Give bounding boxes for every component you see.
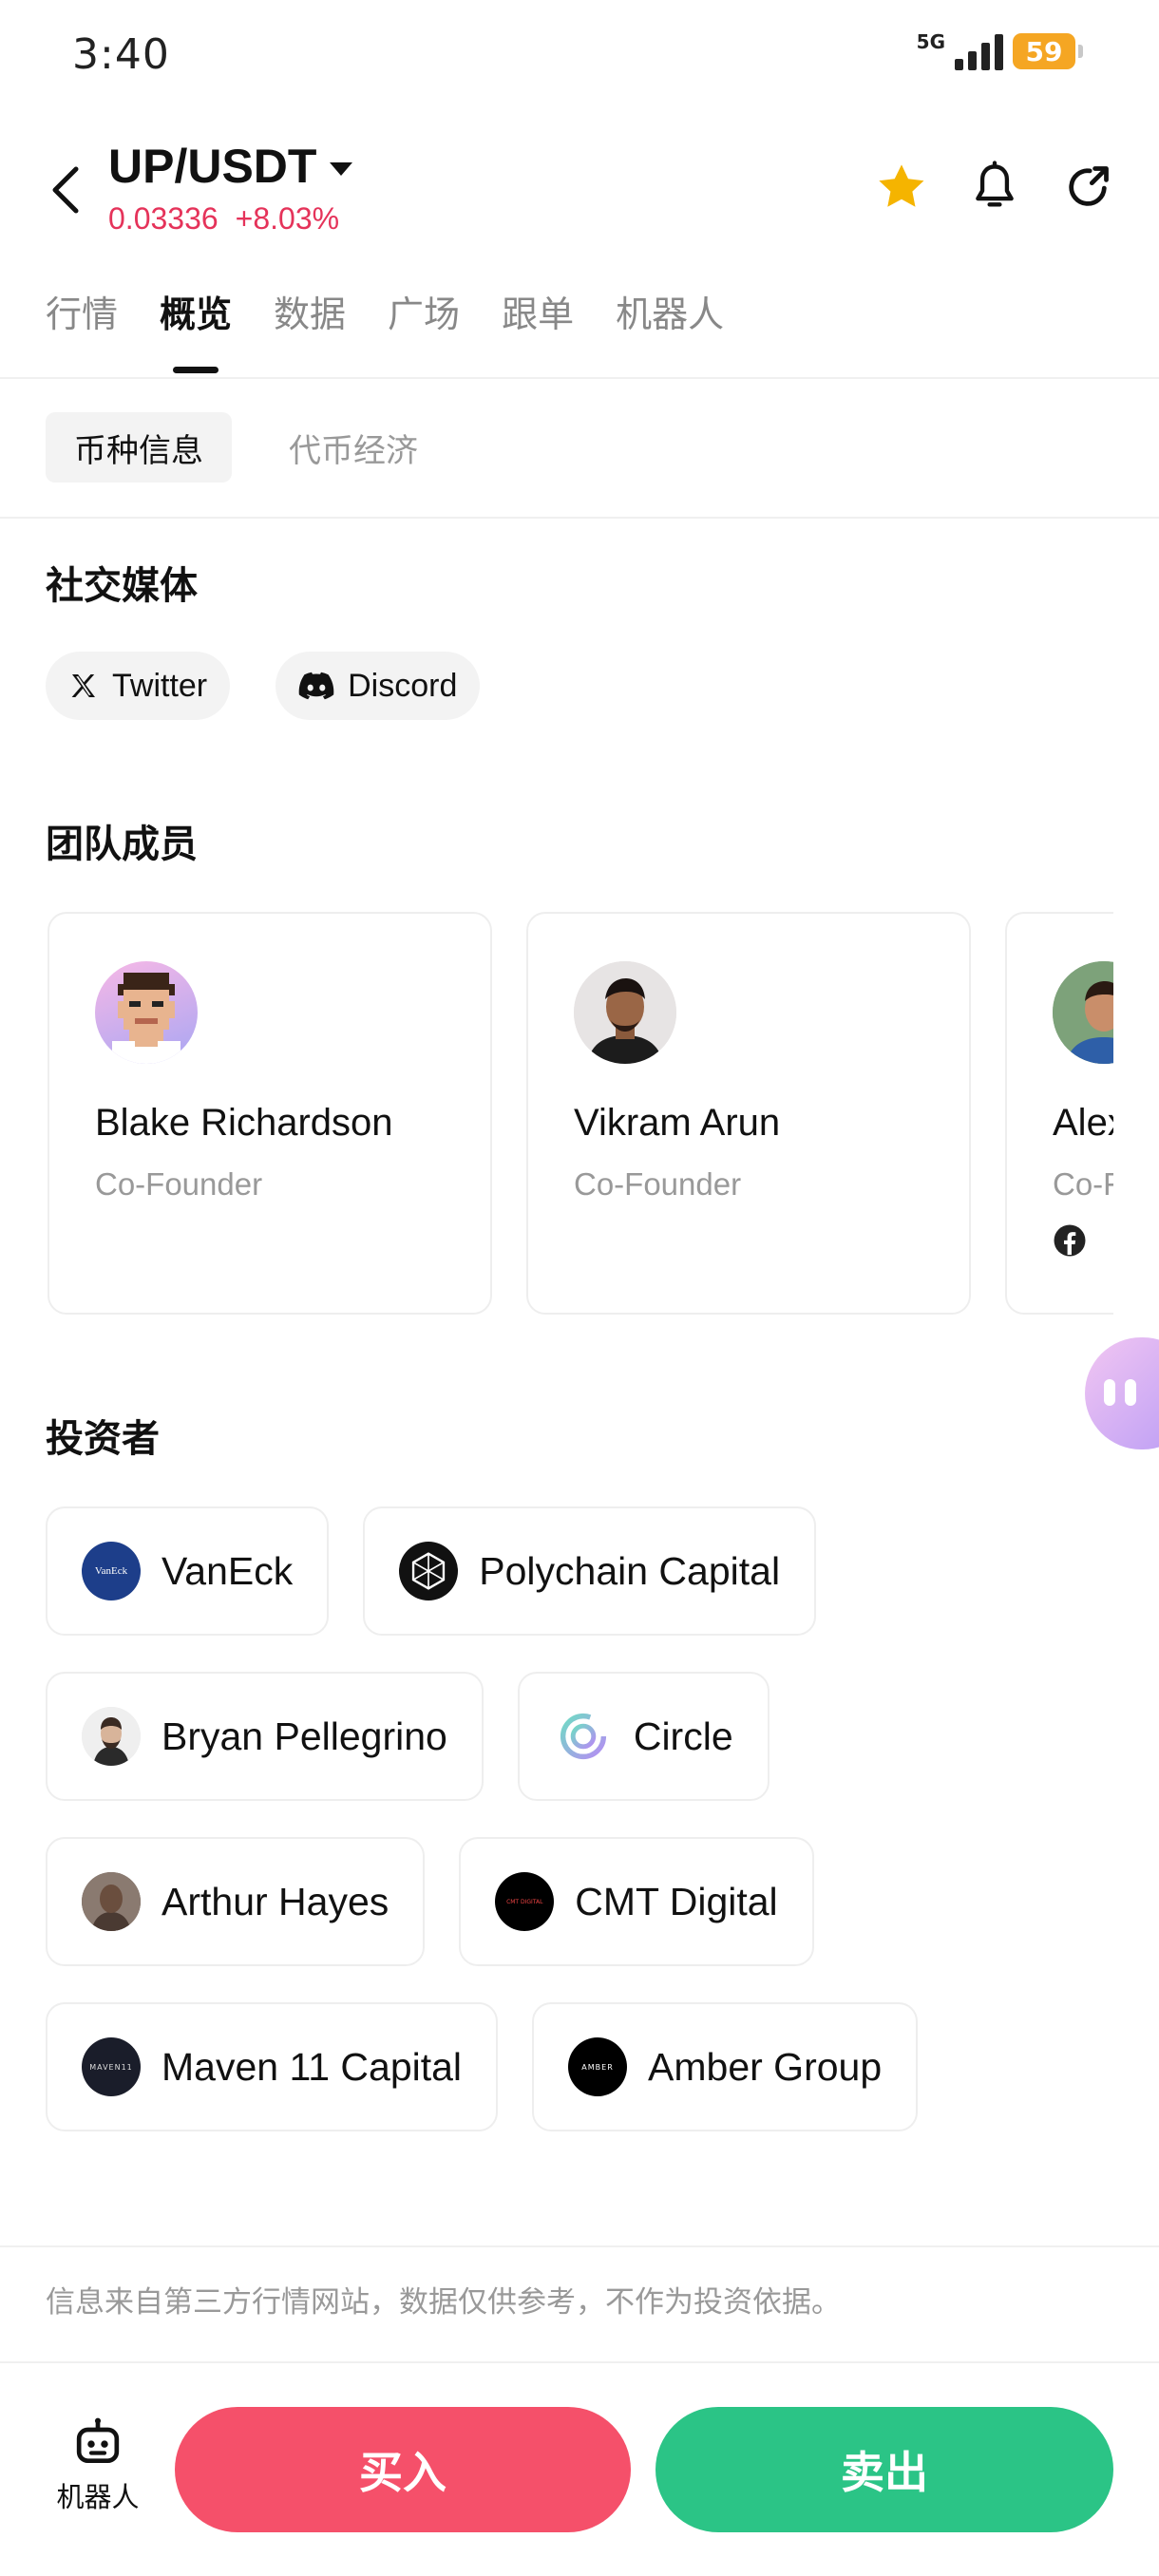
robot-icon xyxy=(76,2417,120,2463)
member-name: Blake Richardson xyxy=(95,1102,393,1144)
network-type: 5G xyxy=(916,30,945,53)
member-name: Alex xyxy=(1053,1102,1113,1144)
facebook-link[interactable] xyxy=(1053,1223,1087,1261)
signal-icon xyxy=(955,32,1003,70)
tab-overview[interactable]: 概览 xyxy=(160,285,232,380)
bell-icon xyxy=(976,161,1014,207)
investor-row: MAVEN11 Maven 11 Capital AMBER Amber Gro… xyxy=(46,2002,919,2131)
amber-logo-icon: AMBER xyxy=(568,2037,628,2096)
investor-name: Bryan Pellegrino xyxy=(162,1714,447,1758)
battery-level: 59 xyxy=(1025,35,1063,67)
tab-data[interactable]: 数据 xyxy=(274,285,346,380)
investors-section-title: 投资者 xyxy=(46,1417,160,1461)
trading-bot-button[interactable]: 机器人 xyxy=(49,2416,146,2515)
circle-logo-icon xyxy=(553,1707,613,1766)
robot-label: 机器人 xyxy=(56,2481,140,2513)
header-actions xyxy=(874,160,1115,215)
investor-name: Polychain Capital xyxy=(479,1548,781,1593)
member-name: Vikram Arun xyxy=(574,1102,781,1144)
social-section-title: 社交媒体 xyxy=(46,564,198,608)
tab-market[interactable]: 行情 xyxy=(46,285,118,380)
disclaimer-text: 信息来自第三方行情网站，数据仅供参考，不作为投资依据。 xyxy=(46,2285,841,2320)
facebook-icon xyxy=(1054,1224,1086,1257)
person-avatar-icon xyxy=(82,1707,141,1766)
status-time: 3:40 xyxy=(72,30,170,79)
team-member-card[interactable]: Blake Richardson Co-Founder xyxy=(48,912,492,1315)
investor-name: VanEck xyxy=(162,1548,294,1593)
subtab-tokenomics[interactable]: 代币经济 xyxy=(260,412,446,483)
buy-button[interactable]: 买入 xyxy=(175,2407,631,2532)
investor-name: CMT Digital xyxy=(575,1879,778,1923)
discord-label: Discord xyxy=(348,667,458,704)
investor-chip[interactable]: MAVEN11 Maven 11 Capital xyxy=(46,2002,499,2131)
caret-down-icon xyxy=(330,162,353,176)
assistant-floating-button[interactable] xyxy=(1085,1337,1159,1449)
sell-button[interactable]: 卖出 xyxy=(656,2407,1113,2532)
assistant-eye-icon xyxy=(1125,1379,1136,1406)
tab-square[interactable]: 广场 xyxy=(388,285,460,380)
bottom-action-bar: 机器人 买入 卖出 xyxy=(0,2363,1159,2576)
header: UP/USDT 0.03336 +8.03% xyxy=(0,133,1159,256)
member-role: Co-Founder xyxy=(1053,1166,1113,1202)
tabs-divider xyxy=(0,377,1159,379)
team-member-card[interactable]: Alex Co-Founder xyxy=(1005,912,1113,1315)
investor-chip[interactable]: Bryan Pellegrino xyxy=(46,1672,484,1801)
member-role: Co-Founder xyxy=(574,1166,742,1202)
cmt-digital-logo-icon: CMT DIGITAL xyxy=(495,1872,555,1931)
last-price: 0.03336 xyxy=(108,201,218,236)
investor-chip[interactable]: Circle xyxy=(517,1672,770,1801)
investor-chip[interactable]: VanEck VanEck xyxy=(46,1506,330,1636)
member-role: Co-Founder xyxy=(95,1166,263,1202)
alert-button[interactable] xyxy=(967,160,1022,215)
investor-chip[interactable]: Arthur Hayes xyxy=(46,1837,426,1966)
share-button[interactable] xyxy=(1060,160,1115,215)
tab-copy-trading[interactable]: 跟单 xyxy=(502,285,574,380)
discord-link[interactable]: Discord xyxy=(276,652,481,720)
share-icon xyxy=(1069,166,1109,206)
polychain-logo-icon xyxy=(399,1542,459,1601)
team-section-title: 团队成员 xyxy=(46,823,198,866)
investor-name: Circle xyxy=(633,1714,733,1758)
favorite-button[interactable] xyxy=(874,160,929,215)
person-avatar-icon xyxy=(82,1872,141,1931)
avatar xyxy=(574,961,676,1064)
status-bar: 3:40 5G 59 xyxy=(0,0,1159,114)
pair-selector[interactable]: UP/USDT xyxy=(108,139,353,194)
team-member-card[interactable]: Vikram Arun Co-Founder xyxy=(526,912,971,1315)
main-tabs: 行情 概览 数据 广场 跟单 机器人 xyxy=(46,285,724,380)
x-logo-icon xyxy=(71,674,95,697)
sub-tabs: 币种信息 代币经济 xyxy=(46,412,446,483)
investor-row: Bryan Pellegrino Circle xyxy=(46,1672,770,1801)
tab-bot[interactable]: 机器人 xyxy=(616,285,724,380)
social-links: Twitter Discord xyxy=(46,652,481,720)
investor-row: Arthur Hayes CMT DIGITAL CMT Digital xyxy=(46,1837,814,1966)
price-line: 0.03336 +8.03% xyxy=(108,201,339,237)
subtab-coin-info[interactable]: 币种信息 xyxy=(46,412,232,483)
battery-icon: 59 xyxy=(1013,33,1083,69)
maven11-logo-icon: MAVEN11 xyxy=(82,2037,141,2096)
twitter-label: Twitter xyxy=(112,667,208,704)
investor-chip[interactable]: AMBER Amber Group xyxy=(532,2002,919,2131)
avatar xyxy=(95,961,198,1064)
status-indicators: 5G 59 xyxy=(917,32,1083,70)
price-change: +8.03% xyxy=(235,201,340,236)
investor-name: Amber Group xyxy=(648,2044,883,2089)
investor-row: VanEck VanEck Polychain Capital xyxy=(46,1506,817,1636)
investor-chip[interactable]: Polychain Capital xyxy=(363,1506,817,1636)
investor-chip[interactable]: CMT DIGITAL CMT Digital xyxy=(459,1837,814,1966)
discord-icon xyxy=(298,672,334,700)
disclaimer-divider xyxy=(0,2245,1159,2247)
star-icon xyxy=(879,164,924,207)
back-button[interactable] xyxy=(42,161,89,218)
pair-name: UP/USDT xyxy=(108,140,317,193)
investor-name: Arthur Hayes xyxy=(162,1879,390,1923)
chevron-left-icon xyxy=(52,166,79,214)
vaneck-logo-icon: VanEck xyxy=(82,1542,141,1601)
subtabs-divider xyxy=(0,517,1159,519)
twitter-link[interactable]: Twitter xyxy=(46,652,231,720)
team-carousel[interactable]: Blake Richardson Co-Founder Vikram Arun … xyxy=(46,910,1113,1316)
investor-name: Maven 11 Capital xyxy=(162,2044,463,2089)
assistant-eye-icon xyxy=(1104,1379,1115,1406)
avatar xyxy=(1053,961,1113,1064)
